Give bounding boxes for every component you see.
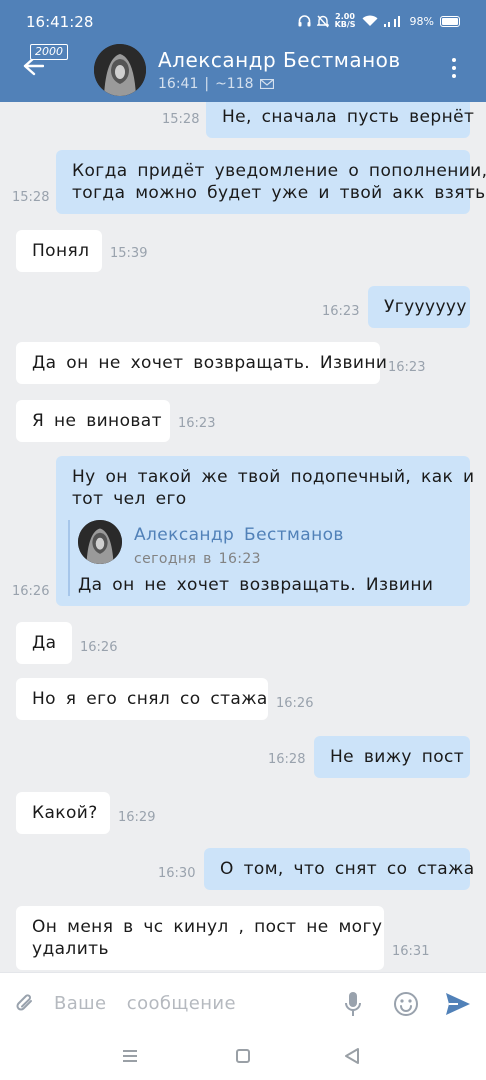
message-time: 15:39 <box>110 246 148 261</box>
emoji-icon[interactable] <box>393 991 419 1017</box>
message-outgoing[interactable]: Когда придёт уведомление о пополнении, т… <box>56 150 486 214</box>
message-incoming[interactable]: Да <box>16 622 72 664</box>
message-time: 16:29 <box>118 810 156 825</box>
unread-badge: 2000 <box>30 44 68 60</box>
home-icon[interactable] <box>236 1049 250 1063</box>
message-time: 16:23 <box>388 360 426 375</box>
online-count: ~118 <box>215 76 254 92</box>
status-icons: 2.00 KB/S 98% <box>298 13 460 29</box>
recent-apps-icon[interactable] <box>122 1049 138 1063</box>
forwarded-message[interactable]: Александр Бестманов сегодня в 16:23 Да о… <box>68 520 458 596</box>
forwarded-text: Да он не хочет возвращать. Извини <box>78 575 434 595</box>
message-incoming[interactable]: Какой? <box>16 792 110 834</box>
message-incoming[interactable]: Но я его снял со стажа <box>16 678 268 720</box>
send-icon[interactable] <box>444 991 472 1017</box>
message-input[interactable] <box>54 989 334 1017</box>
message-time: 16:31 <box>392 944 430 959</box>
forwarded-author[interactable]: Александр Бестманов <box>134 524 344 546</box>
message-list[interactable]: Не, сначала пусть вернёт 15:28 Когда при… <box>0 102 486 972</box>
headphones-icon <box>298 15 311 27</box>
message-time: 16:26 <box>276 696 314 711</box>
battery-percent: 98% <box>409 14 434 28</box>
avatar[interactable] <box>94 44 146 96</box>
separator: | <box>204 76 210 92</box>
message-outgoing[interactable]: О том, что снят со стажа <box>204 848 474 890</box>
message-time: 15:28 <box>162 112 200 127</box>
message-outgoing[interactable]: Ну он такой же твой подопечный, как и то… <box>56 456 474 606</box>
forwarded-avatar <box>78 520 122 564</box>
message-outgoing[interactable]: Не вижу пост <box>314 736 470 778</box>
chat-header: 2000 Александр Бестманов 16:41 | ~118 <box>0 38 486 102</box>
mute-bell-icon <box>316 15 329 27</box>
system-nav-bar <box>0 1032 486 1080</box>
status-bar: 16:41:28 2.00 KB/S 98% <box>0 0 486 38</box>
battery-icon <box>440 15 460 27</box>
message-time: 16:28 <box>268 752 306 767</box>
message-time: 16:30 <box>158 866 196 881</box>
message-incoming[interactable]: Я не виноват <box>16 400 170 442</box>
mail-icon <box>259 79 274 89</box>
message-time: 16:26 <box>12 584 50 599</box>
attach-icon[interactable] <box>14 991 36 1015</box>
message-time: 15:28 <box>12 190 50 205</box>
message-time: 16:23 <box>322 304 360 319</box>
message-outgoing[interactable]: Не, сначала пусть вернёт <box>206 102 474 138</box>
last-seen: 16:41 <box>158 76 199 92</box>
forwarded-date: сегодня в 16:23 <box>134 551 261 567</box>
contact-status: 16:41 | ~118 <box>158 76 274 92</box>
message-outgoing[interactable]: Угуууууу <box>368 286 470 328</box>
message-incoming[interactable]: Он меня в чс кинул , пост не могу удалит… <box>16 906 384 970</box>
more-vertical-icon[interactable] <box>448 58 460 82</box>
signal-icon <box>383 16 400 27</box>
message-time: 16:26 <box>80 640 118 655</box>
status-time: 16:41:28 <box>26 13 94 31</box>
message-time: 16:23 <box>178 416 216 431</box>
message-composer <box>0 972 486 1032</box>
microphone-icon[interactable] <box>344 991 362 1017</box>
message-incoming[interactable]: Понял <box>16 230 102 272</box>
wifi-icon <box>362 15 378 26</box>
net-speed: 2.00 KB/S <box>334 12 356 29</box>
message-incoming[interactable]: Да он не хочет возвращать. Извини <box>16 342 387 384</box>
contact-name[interactable]: Александр Бестманов <box>158 48 401 72</box>
nav-back-icon[interactable] <box>344 1047 360 1065</box>
